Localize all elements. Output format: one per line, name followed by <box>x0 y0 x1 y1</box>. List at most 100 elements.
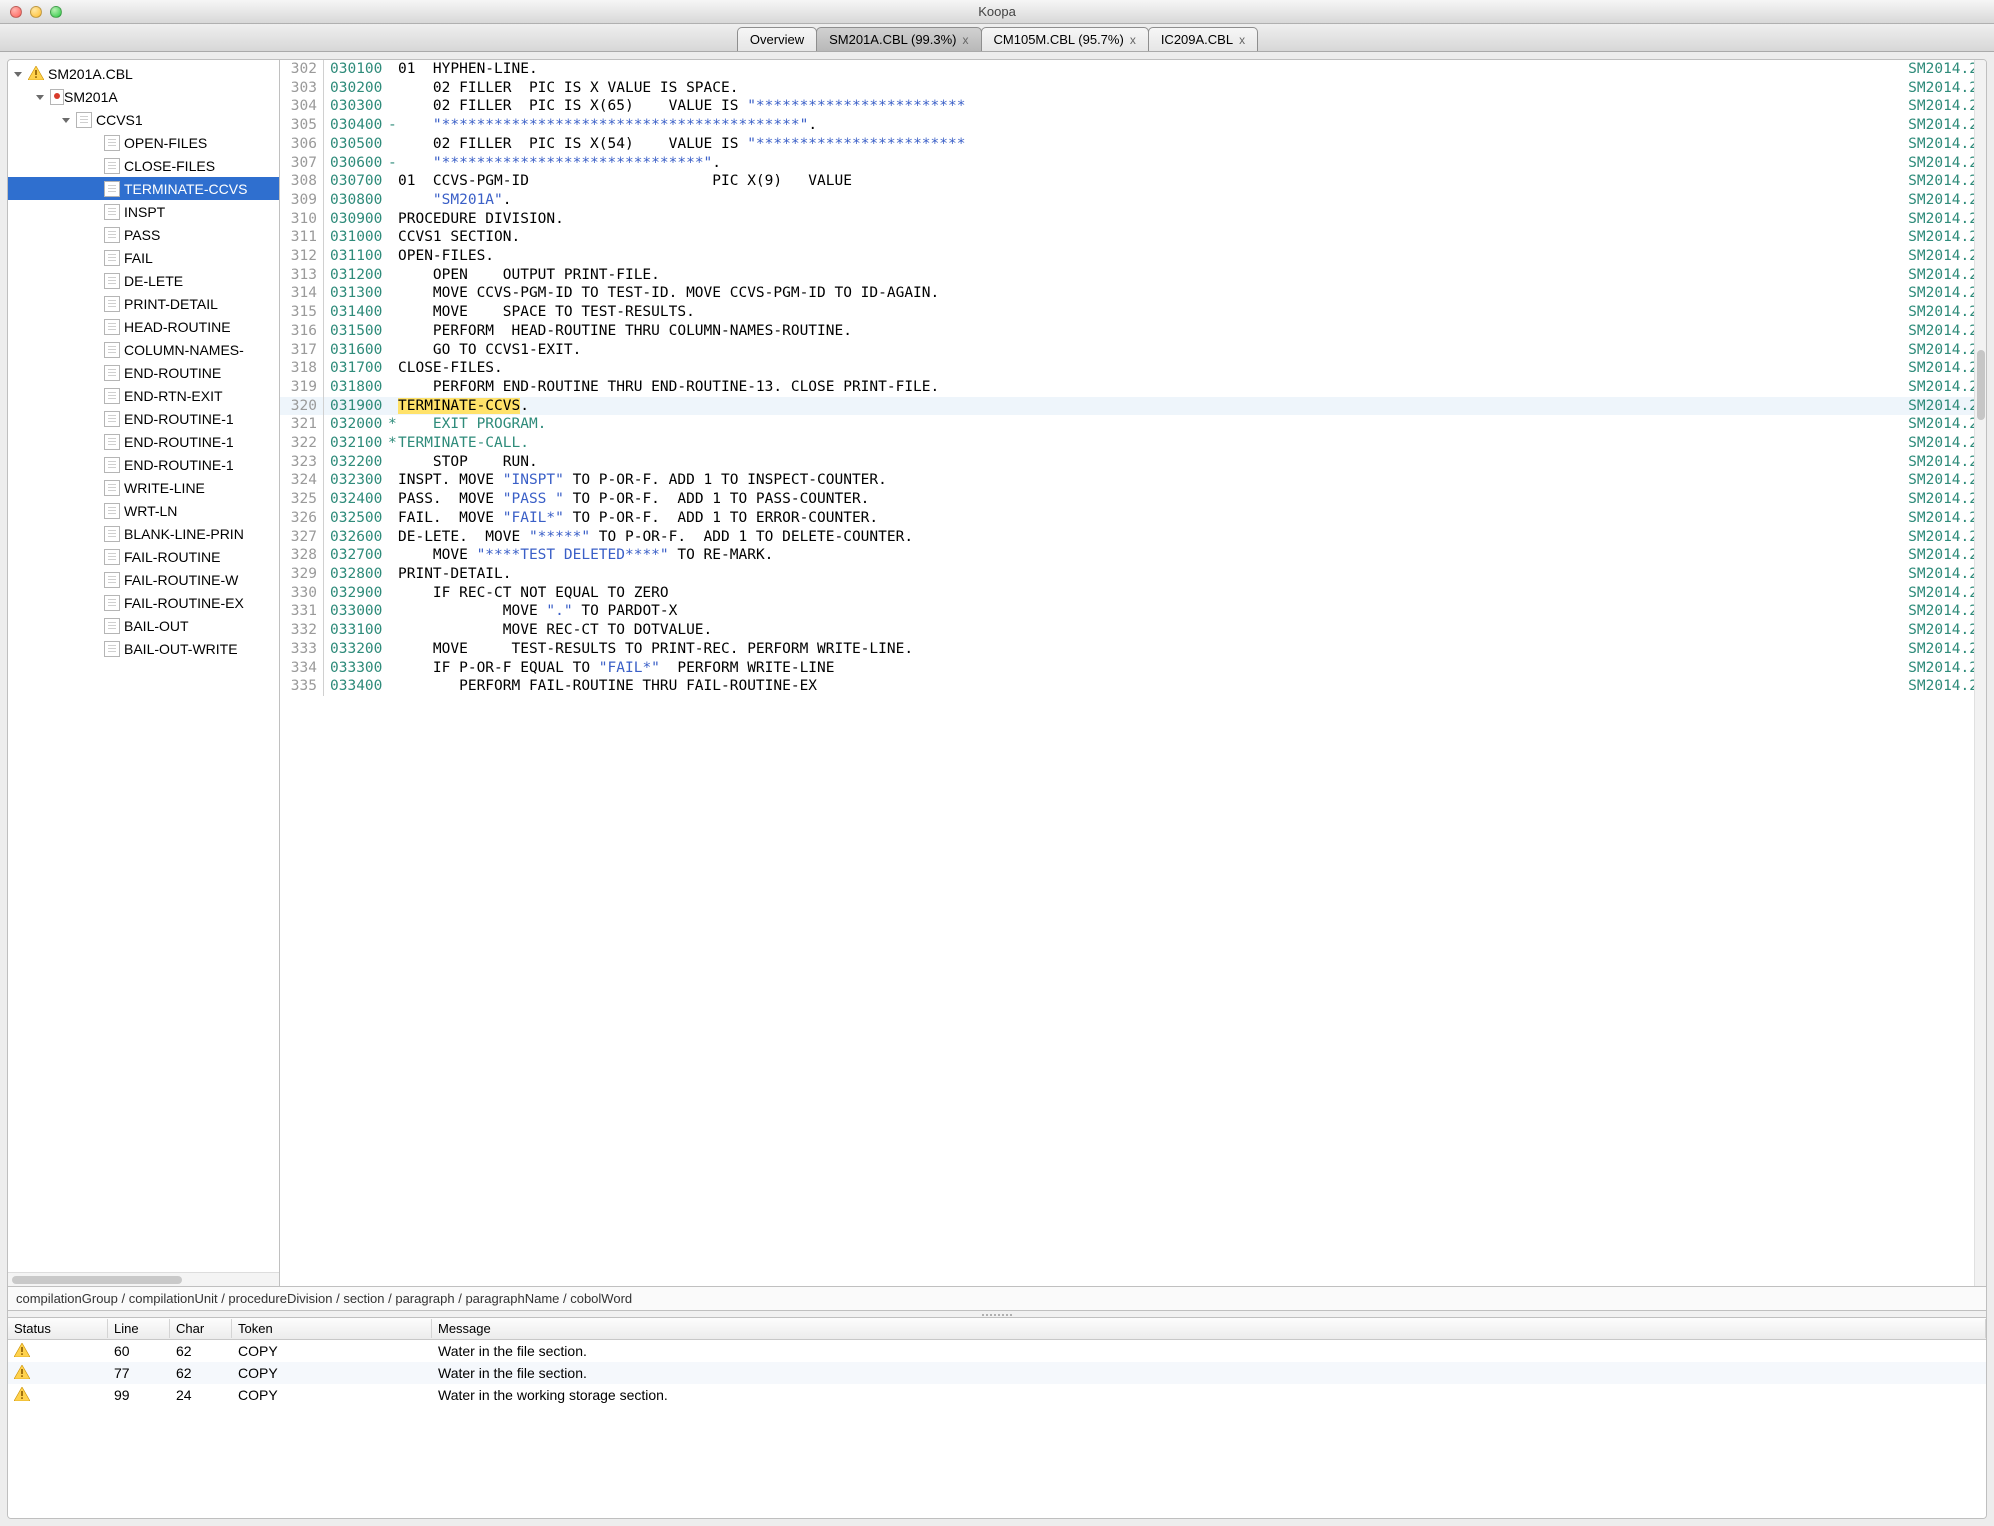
tree-item[interactable]: DE-LETE <box>8 269 279 292</box>
tree-item[interactable]: BLANK-LINE-PRIN <box>8 522 279 545</box>
indicator-col <box>388 266 398 285</box>
code-line[interactable]: 327032600 DE-LETE. MOVE "*****" TO P-OR-… <box>280 528 1986 547</box>
indicator-col <box>388 135 398 154</box>
tree-program[interactable]: SM201A <box>8 85 279 108</box>
tree-item[interactable]: CLOSE-FILES <box>8 154 279 177</box>
indicator-col <box>388 303 398 322</box>
tree-item[interactable]: FAIL-ROUTINE <box>8 545 279 568</box>
code-line[interactable]: 318031700 CLOSE-FILES.SM2014.2 <box>280 359 1986 378</box>
tree-item[interactable]: FAIL-ROUTINE-EX <box>8 591 279 614</box>
disclosure-down-icon[interactable] <box>34 91 46 103</box>
line-number: 308 <box>280 172 324 191</box>
tree-item[interactable]: PASS <box>8 223 279 246</box>
code-line[interactable]: 304030300 02 FILLER PIC IS X(65) VALUE I… <box>280 97 1986 116</box>
code-line[interactable]: 322032100*TERMINATE-CALL.SM2014.2 <box>280 434 1986 453</box>
line-number: 330 <box>280 584 324 603</box>
tab-1[interactable]: SM201A.CBL (99.3%)x <box>816 27 981 51</box>
tree-section[interactable]: CCVS1 <box>8 108 279 131</box>
col-line[interactable]: Line <box>108 1319 170 1338</box>
code-line[interactable]: 311031000 CCVS1 SECTION.SM2014.2 <box>280 228 1986 247</box>
code-text: MOVE TEST-RESULTS TO PRINT-REC. PERFORM … <box>398 640 1901 659</box>
code-line[interactable]: 325032400 PASS. MOVE "PASS " TO P-OR-F. … <box>280 490 1986 509</box>
tab-close-icon[interactable]: x <box>963 33 969 47</box>
code-line[interactable]: 320031900 TERMINATE-CCVS.SM2014.2 <box>280 397 1986 416</box>
tree-item[interactable]: END-ROUTINE-1 <box>8 453 279 476</box>
tab-2[interactable]: CM105M.CBL (95.7%)x <box>981 27 1149 51</box>
code-text: PROCEDURE DIVISION. <box>398 210 1901 229</box>
tree-item[interactable]: END-ROUTINE-1 <box>8 407 279 430</box>
code-line[interactable]: 331033000 MOVE "." TO PARDOT-XSM2014.2 <box>280 602 1986 621</box>
tab-3[interactable]: IC209A.CBLx <box>1148 27 1258 51</box>
tree-item[interactable]: WRT-LN <box>8 499 279 522</box>
code-line[interactable]: 319031800 PERFORM END-ROUTINE THRU END-R… <box>280 378 1986 397</box>
code-line[interactable]: 334033300 IF P-OR-F EQUAL TO "FAIL*" PER… <box>280 659 1986 678</box>
line-number: 321 <box>280 415 324 434</box>
code-line[interactable]: 310030900 PROCEDURE DIVISION.SM2014.2 <box>280 210 1986 229</box>
code-line[interactable]: 324032300 INSPT. MOVE "INSPT" TO P-OR-F.… <box>280 471 1986 490</box>
col-status[interactable]: Status <box>8 1319 108 1338</box>
tree-item[interactable]: BAIL-OUT <box>8 614 279 637</box>
tree-item[interactable]: HEAD-ROUTINE <box>8 315 279 338</box>
code-line[interactable]: 302030100 01 HYPHEN-LINE.SM2014.2 <box>280 60 1986 79</box>
sequence-number: 033300 <box>324 659 388 678</box>
code-line[interactable]: 303030200 02 FILLER PIC IS X VALUE IS SP… <box>280 79 1986 98</box>
tab-0[interactable]: Overview <box>737 27 817 51</box>
col-token[interactable]: Token <box>232 1319 432 1338</box>
code-line[interactable]: 312031100 OPEN-FILES.SM2014.2 <box>280 247 1986 266</box>
tree-item[interactable]: FAIL <box>8 246 279 269</box>
code-text: CLOSE-FILES. <box>398 359 1901 378</box>
code-line[interactable]: 314031300 MOVE CCVS-PGM-ID TO TEST-ID. M… <box>280 284 1986 303</box>
tree-file[interactable]: SM201A.CBL <box>8 62 279 85</box>
code-line[interactable]: 323032200 STOP RUN.SM2014.2 <box>280 453 1986 472</box>
code-line[interactable]: 333033200 MOVE TEST-RESULTS TO PRINT-REC… <box>280 640 1986 659</box>
line-number: 324 <box>280 471 324 490</box>
tree-item[interactable]: COLUMN-NAMES- <box>8 338 279 361</box>
tree-item[interactable]: TERMINATE-CCVS <box>8 177 279 200</box>
code-line[interactable]: 308030700 01 CCVS-PGM-ID PIC X(9) VALUES… <box>280 172 1986 191</box>
code-line[interactable]: 329032800 PRINT-DETAIL.SM2014.2 <box>280 565 1986 584</box>
code-line[interactable]: 315031400 MOVE SPACE TO TEST-RESULTS.SM2… <box>280 303 1986 322</box>
problem-row[interactable]: 9924COPYWater in the working storage sec… <box>8 1384 1986 1406</box>
tab-close-icon[interactable]: x <box>1130 33 1136 47</box>
sequence-number: 033400 <box>324 677 388 696</box>
code-line[interactable]: 317031600 GO TO CCVS1-EXIT.SM2014.2 <box>280 341 1986 360</box>
tree-item[interactable]: END-RTN-EXIT <box>8 384 279 407</box>
col-message[interactable]: Message <box>432 1319 1986 1338</box>
code-line[interactable]: 330032900 IF REC-CT NOT EQUAL TO ZEROSM2… <box>280 584 1986 603</box>
line-number: 305 <box>280 116 324 135</box>
tab-close-icon[interactable]: x <box>1239 33 1245 47</box>
tree-item[interactable]: WRITE-LINE <box>8 476 279 499</box>
code-line[interactable]: 313031200 OPEN OUTPUT PRINT-FILE.SM2014.… <box>280 266 1986 285</box>
disclosure-down-icon[interactable] <box>12 68 24 80</box>
disclosure-down-icon[interactable] <box>60 114 72 126</box>
line-number: 323 <box>280 453 324 472</box>
warning-icon <box>14 1343 30 1357</box>
code-editor[interactable]: 302030100 01 HYPHEN-LINE.SM2014.23030302… <box>280 60 1986 1286</box>
col-char[interactable]: Char <box>170 1319 232 1338</box>
code-text: PERFORM END-ROUTINE THRU END-ROUTINE-13.… <box>398 378 1901 397</box>
indicator-col <box>388 584 398 603</box>
tree-item[interactable]: INSPT <box>8 200 279 223</box>
splitter[interactable] <box>8 1310 1986 1318</box>
code-line[interactable]: 305030400- "****************************… <box>280 116 1986 135</box>
code-line[interactable]: 335033400 PERFORM FAIL-ROUTINE THRU FAIL… <box>280 677 1986 696</box>
problem-row[interactable]: 7762COPYWater in the file section. <box>8 1362 1986 1384</box>
code-line[interactable]: 321032000* EXIT PROGRAM.SM2014.2 <box>280 415 1986 434</box>
tree-item[interactable]: PRINT-DETAIL <box>8 292 279 315</box>
tree-item[interactable]: BAIL-OUT-WRITE <box>8 637 279 660</box>
sidebar-scrollbar[interactable] <box>8 1272 279 1286</box>
tree-item[interactable]: FAIL-ROUTINE-W <box>8 568 279 591</box>
code-line[interactable]: 328032700 MOVE "****TEST DELETED****" TO… <box>280 546 1986 565</box>
code-line[interactable]: 326032500 FAIL. MOVE "FAIL*" TO P-OR-F. … <box>280 509 1986 528</box>
tree-item[interactable]: OPEN-FILES <box>8 131 279 154</box>
code-line[interactable]: 332033100 MOVE REC-CT TO DOTVALUE.SM2014… <box>280 621 1986 640</box>
indicator-col <box>388 97 398 116</box>
tree-item[interactable]: END-ROUTINE-1 <box>8 430 279 453</box>
code-line[interactable]: 309030800 "SM201A".SM2014.2 <box>280 191 1986 210</box>
code-line[interactable]: 316031500 PERFORM HEAD-ROUTINE THRU COLU… <box>280 322 1986 341</box>
tree-item[interactable]: END-ROUTINE <box>8 361 279 384</box>
editor-scrollbar[interactable] <box>1974 60 1986 1286</box>
code-line[interactable]: 307030600- "****************************… <box>280 154 1986 173</box>
code-line[interactable]: 306030500 02 FILLER PIC IS X(54) VALUE I… <box>280 135 1986 154</box>
problem-row[interactable]: 6062COPYWater in the file section. <box>8 1340 1986 1362</box>
